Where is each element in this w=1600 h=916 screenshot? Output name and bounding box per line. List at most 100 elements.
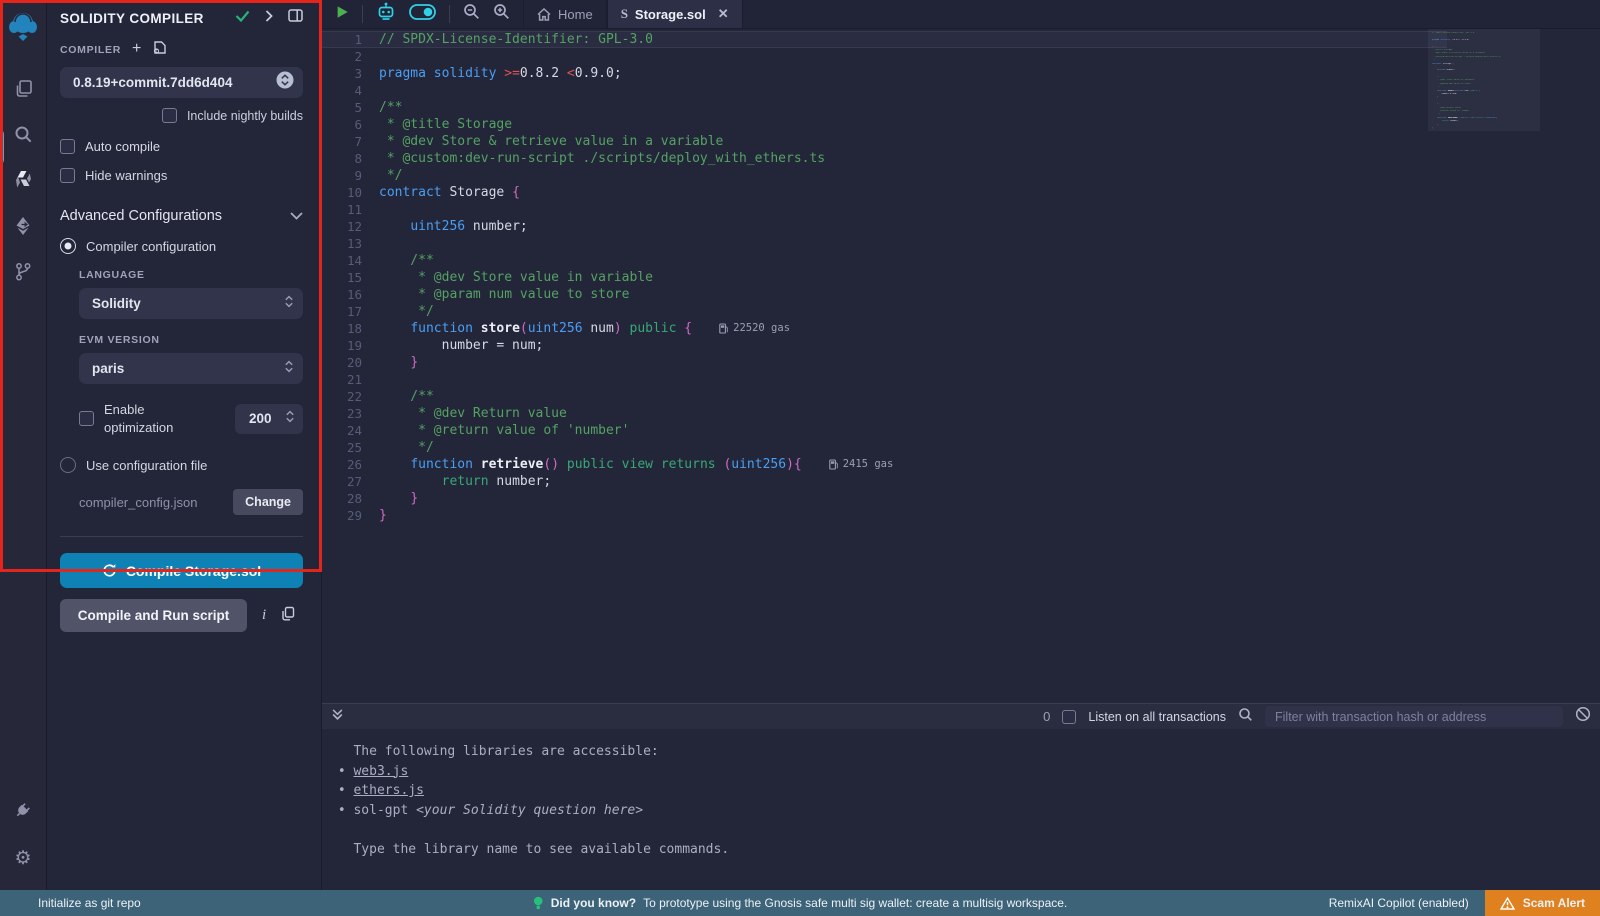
line-number: 23 bbox=[322, 405, 379, 422]
code-line-23[interactable]: 23 * @dev Return value bbox=[322, 405, 1447, 422]
compiler-version-value: 0.8.19+commit.7dd6d404 bbox=[73, 75, 232, 90]
code-line-22[interactable]: 22 /** bbox=[322, 388, 1447, 405]
advanced-configurations-title: Advanced Configurations bbox=[60, 208, 222, 224]
enable-optimization-checkbox[interactable] bbox=[79, 411, 94, 426]
listen-transactions-checkbox[interactable] bbox=[1062, 710, 1076, 724]
collapse-terminal-icon[interactable] bbox=[331, 708, 344, 726]
code-line-10[interactable]: 10contract Storage { bbox=[322, 184, 1447, 201]
compiler-version-select[interactable]: 0.8.19+commit.7dd6d404 bbox=[60, 67, 303, 98]
copy-icon[interactable] bbox=[281, 606, 295, 626]
code-line-12[interactable]: 12 uint256 number; bbox=[322, 218, 1447, 235]
evm-version-select[interactable]: paris bbox=[79, 353, 303, 384]
line-number: 25 bbox=[322, 439, 379, 456]
tab-storage-sol[interactable]: S Storage.sol ✕ bbox=[607, 0, 743, 28]
code-line-27[interactable]: 27 return number; bbox=[322, 473, 1447, 490]
remix-logo-icon[interactable] bbox=[0, 6, 47, 46]
pin-panel-icon[interactable] bbox=[288, 9, 303, 27]
code-line-7[interactable]: 7 * @dev Store & retrieve value in a var… bbox=[322, 133, 1447, 150]
line-number: 18 bbox=[322, 320, 379, 337]
updown-caret-icon bbox=[284, 360, 294, 378]
close-tab-icon[interactable]: ✕ bbox=[718, 6, 729, 22]
lightbulb-icon bbox=[533, 896, 544, 911]
terminal-output[interactable]: The following libraries are accessible: … bbox=[322, 729, 1600, 890]
updown-caret-icon bbox=[284, 295, 294, 313]
tab-bar: Home S Storage.sol ✕ bbox=[322, 0, 1600, 29]
editor-minimap[interactable]: // SPDX-License-Identifier: GPL-3.0pragm… bbox=[1428, 29, 1540, 703]
home-icon bbox=[537, 8, 551, 21]
code-line-24[interactable]: 24 * @return value of 'number' bbox=[322, 422, 1447, 439]
language-select[interactable]: Solidity bbox=[79, 288, 303, 319]
code-line-19[interactable]: 19 number = num; bbox=[322, 337, 1447, 354]
code-line-15[interactable]: 15 * @dev Store value in variable bbox=[322, 269, 1447, 286]
updown-caret-icon bbox=[285, 410, 295, 428]
use-config-file-radio[interactable] bbox=[60, 457, 76, 473]
code-line-3[interactable]: 3pragma solidity >=0.8.2 <0.9.0; bbox=[322, 65, 1447, 82]
code-line-9[interactable]: 9 */ bbox=[322, 167, 1447, 184]
copilot-toggle-on[interactable] bbox=[409, 4, 436, 25]
terminal-header: 0 Listen on all transactions bbox=[322, 703, 1600, 729]
plugin-manager-icon[interactable] bbox=[0, 790, 47, 830]
optimization-runs-input[interactable]: 200 bbox=[235, 404, 303, 434]
tip-text: To prototype using the Gnosis safe multi… bbox=[643, 896, 1067, 910]
divider bbox=[362, 5, 363, 23]
compiler-configuration-radio[interactable] bbox=[60, 238, 76, 254]
hide-warnings-checkbox[interactable] bbox=[60, 168, 75, 183]
language-label: LANGUAGE bbox=[79, 269, 303, 281]
transaction-filter-input[interactable] bbox=[1265, 706, 1563, 727]
copilot-status[interactable]: RemixAI Copilot (enabled) bbox=[1329, 896, 1469, 910]
code-line-5[interactable]: 5/** bbox=[322, 99, 1447, 116]
git-init-button[interactable]: Initialize as git repo bbox=[38, 896, 141, 910]
zoom-out-icon[interactable] bbox=[463, 3, 480, 25]
auto-compile-checkbox[interactable] bbox=[60, 139, 75, 154]
add-compiler-icon[interactable]: + bbox=[132, 41, 141, 57]
advanced-configurations-header[interactable]: Advanced Configurations bbox=[60, 208, 303, 224]
file-explorer-icon[interactable] bbox=[0, 68, 47, 108]
code-line-25[interactable]: 25 */ bbox=[322, 439, 1447, 456]
git-icon[interactable] bbox=[0, 252, 47, 292]
search-icon[interactable] bbox=[0, 114, 47, 154]
scam-alert-button[interactable]: Scam Alert bbox=[1485, 890, 1600, 916]
solidity-compiler-icon[interactable] bbox=[0, 160, 47, 200]
deploy-and-run-icon[interactable] bbox=[0, 206, 47, 246]
code-line-1[interactable]: 1// SPDX-License-Identifier: GPL-3.0 bbox=[322, 31, 1447, 48]
terminal-search-icon[interactable] bbox=[1238, 707, 1253, 727]
code-line-11[interactable]: 11 bbox=[322, 201, 1447, 218]
code-editor[interactable]: 1// SPDX-License-Identifier: GPL-3.023pr… bbox=[322, 29, 1600, 703]
compile-button[interactable]: Compile Storage.sol bbox=[60, 553, 303, 588]
zoom-in-icon[interactable] bbox=[493, 3, 510, 25]
chevron-right-icon[interactable] bbox=[265, 9, 273, 27]
select-caret-icon bbox=[276, 71, 294, 94]
code-line-14[interactable]: 14 /** bbox=[322, 252, 1447, 269]
code-line-17[interactable]: 17 */ bbox=[322, 303, 1447, 320]
code-line-18[interactable]: 18 function store(uint256 num) public {2… bbox=[322, 320, 1447, 337]
code-line-20[interactable]: 20 } bbox=[322, 354, 1447, 371]
code-line-4[interactable]: 4 bbox=[322, 82, 1447, 99]
tip-label: Did you know? bbox=[551, 896, 636, 910]
tab-home[interactable]: Home bbox=[523, 0, 607, 28]
run-script-play-icon[interactable] bbox=[335, 5, 349, 24]
code-line-29[interactable]: 29} bbox=[322, 507, 1447, 524]
code-line-28[interactable]: 28 } bbox=[322, 490, 1447, 507]
change-config-button[interactable]: Change bbox=[233, 489, 303, 515]
status-bar: Initialize as git repo Did you know? To … bbox=[0, 890, 1600, 916]
line-number: 3 bbox=[322, 65, 379, 82]
code-line-6[interactable]: 6 * @title Storage bbox=[322, 116, 1447, 133]
code-line-2[interactable]: 2 bbox=[322, 48, 1447, 65]
settings-gear-icon[interactable]: ⚙ bbox=[0, 838, 47, 878]
clear-terminal-icon[interactable] bbox=[1575, 706, 1591, 727]
terminal-line: The following libraries are accessible: bbox=[330, 742, 1600, 762]
info-icon[interactable]: i bbox=[262, 607, 266, 624]
code-line-13[interactable]: 13 bbox=[322, 235, 1447, 252]
code-line-21[interactable]: 21 bbox=[322, 371, 1447, 388]
import-compiler-icon[interactable] bbox=[152, 40, 167, 60]
code-line-26[interactable]: 26 function retrieve() public view retur… bbox=[322, 456, 1447, 473]
terminal-link[interactable]: web3.js bbox=[353, 764, 408, 779]
code-line-8[interactable]: 8 * @custom:dev-run-script ./scripts/dep… bbox=[322, 150, 1447, 167]
terminal-link[interactable]: ethers.js bbox=[353, 783, 423, 798]
terminal-line: • ethers.js bbox=[330, 781, 1600, 801]
compile-and-run-button[interactable]: Compile and Run script bbox=[60, 599, 247, 632]
include-nightly-checkbox[interactable] bbox=[162, 108, 177, 123]
code-line-16[interactable]: 16 * @param num value to store bbox=[322, 286, 1447, 303]
ai-copilot-robot-icon[interactable] bbox=[376, 2, 396, 26]
line-number: 28 bbox=[322, 490, 379, 507]
